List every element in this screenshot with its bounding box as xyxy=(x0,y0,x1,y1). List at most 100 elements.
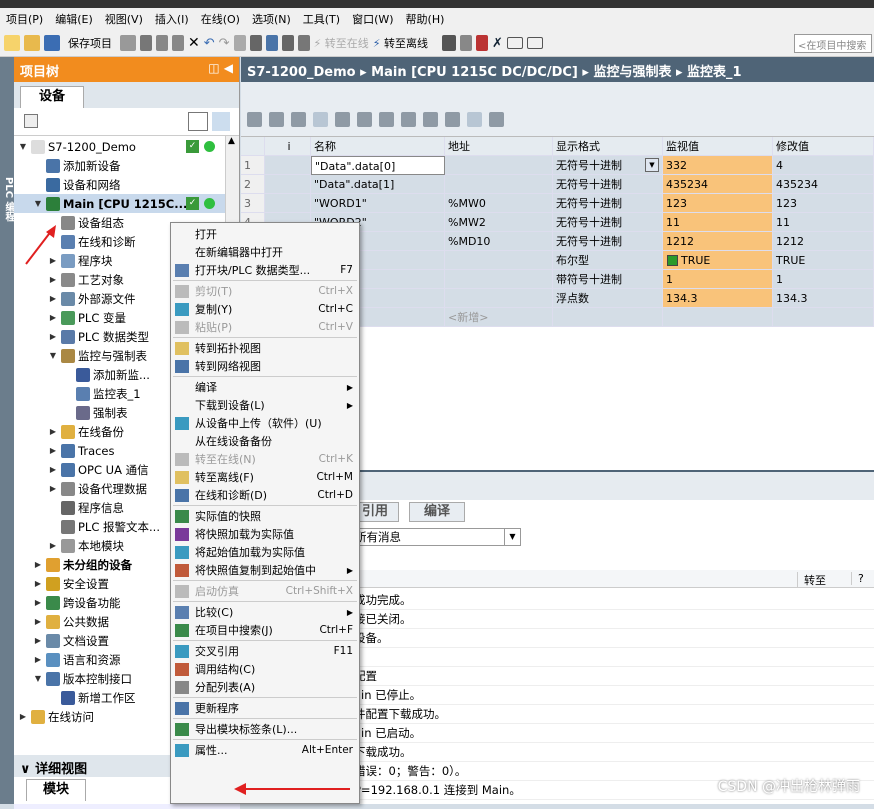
expand-arrow-icon[interactable]: ▶ xyxy=(48,484,58,493)
monitor-value-cell[interactable]: 332 xyxy=(663,156,773,175)
paste-icon[interactable] xyxy=(172,35,184,51)
tab-module[interactable]: 模块 xyxy=(26,779,86,801)
watch-tool-icon[interactable] xyxy=(313,112,328,127)
menu-item[interactable]: 窗口(W) xyxy=(346,11,399,27)
col-help[interactable]: ? xyxy=(851,572,864,585)
expand-arrow-icon[interactable]: ▶ xyxy=(48,275,58,284)
message-row[interactable]: ain 已停止。 xyxy=(351,686,874,705)
download-icon[interactable] xyxy=(249,35,262,51)
context-menu-item[interactable]: 从设备中上传（软件）(U) xyxy=(171,414,359,432)
watch-tool-icon[interactable] xyxy=(247,112,262,127)
delete-icon[interactable]: ✕ xyxy=(188,35,200,51)
tab-compile[interactable]: 编译 xyxy=(409,502,465,522)
print-icon[interactable] xyxy=(120,35,136,51)
context-menu-item[interactable]: 导出模块标签条(L)... xyxy=(171,720,359,738)
table-row[interactable]: 2 "Data".data[1] 无符号十进制 435234 435234 xyxy=(241,175,874,194)
chevron-down-icon[interactable]: ▼ xyxy=(645,158,659,172)
expand-arrow-icon[interactable]: ▶ xyxy=(33,617,43,626)
address-cell[interactable]: <新增> xyxy=(445,308,553,327)
context-menu-item[interactable]: 转到网络视图 xyxy=(171,357,359,375)
modify-value-cell[interactable]: 1212 xyxy=(773,232,874,251)
context-menu-item[interactable]: 编译 ▶ xyxy=(171,378,359,396)
chevron-down-icon[interactable]: ▼ xyxy=(504,529,520,545)
name-cell[interactable]: "Data".data[1] xyxy=(311,175,445,194)
monitor-value-cell[interactable]: 123 xyxy=(663,194,773,213)
monitor-value-cell[interactable]: TRUE xyxy=(663,251,773,270)
watch-tool-icon[interactable] xyxy=(379,112,394,127)
modify-value-cell[interactable]: 4 xyxy=(773,156,874,175)
format-cell[interactable]: 布尔型 xyxy=(553,251,663,270)
context-menu-item[interactable]: 实际值的快照 xyxy=(171,507,359,525)
name-cell[interactable]: "WORD1" xyxy=(311,194,445,213)
simulate-icon[interactable] xyxy=(281,35,294,51)
format-cell[interactable]: 无符号十进制 xyxy=(553,175,663,194)
collapse-panel-icon[interactable]: ◫ ◀ xyxy=(208,61,233,75)
column-header[interactable]: i xyxy=(265,137,311,156)
row-number[interactable]: 2 xyxy=(241,175,265,194)
sync-icon[interactable] xyxy=(212,112,230,131)
col-goto[interactable]: 转至 xyxy=(797,572,826,588)
cut-icon[interactable] xyxy=(140,35,152,51)
collapse-arrow-icon[interactable]: ▼ xyxy=(48,351,58,360)
context-menu-item[interactable]: 粘贴(P) Ctrl+V xyxy=(171,318,359,336)
menu-item[interactable]: 视图(V) xyxy=(99,11,149,27)
tree-item[interactable]: ▼ Main [CPU 1215C... ✓ xyxy=(14,194,239,213)
tree-item[interactable]: 添加新设备 xyxy=(14,156,239,175)
watch-tool-icon[interactable] xyxy=(335,112,350,127)
table-row[interactable]: 3 "WORD1" %MW0 无符号十进制 123 123 xyxy=(241,194,874,213)
message-row[interactable]: 下载成功。 xyxy=(351,743,874,762)
start-cpu-icon[interactable] xyxy=(460,35,473,51)
collapse-arrow-icon[interactable]: ▼ xyxy=(33,674,43,683)
menu-item[interactable]: 项目(P) xyxy=(0,11,49,27)
format-cell[interactable]: 带符号十进制 xyxy=(553,270,663,289)
format-cell[interactable]: 无符号十进制 xyxy=(553,194,663,213)
context-menu-item[interactable]: 调用结构(C) xyxy=(171,660,359,678)
watch-tool-icon[interactable] xyxy=(357,112,372,127)
context-menu-item[interactable]: 将快照值复制到起始值中 ▶ xyxy=(171,561,359,579)
expand-arrow-icon[interactable]: ▶ xyxy=(33,636,43,645)
column-header[interactable]: 显示格式 xyxy=(553,137,663,156)
expand-arrow-icon[interactable]: ▶ xyxy=(48,427,58,436)
expand-arrow-icon[interactable]: ▶ xyxy=(33,579,43,588)
compile-icon[interactable] xyxy=(233,35,246,51)
message-row[interactable]: 接已关闭。 xyxy=(351,610,874,629)
address-cell[interactable] xyxy=(445,156,553,175)
modify-value-cell[interactable]: 134.3 xyxy=(773,289,874,308)
collapse-arrow-icon[interactable]: ▼ xyxy=(33,199,43,208)
row-info[interactable] xyxy=(265,175,311,194)
watch-tool-icon[interactable] xyxy=(291,112,306,127)
format-cell[interactable]: 无符号十进制 xyxy=(553,232,663,251)
watch-tool-icon[interactable] xyxy=(423,112,438,127)
message-row[interactable]: 设备。 xyxy=(351,629,874,648)
message-row[interactable]: 配置 xyxy=(351,667,874,686)
open-project-icon[interactable] xyxy=(24,35,40,51)
format-cell[interactable] xyxy=(553,308,663,327)
context-menu-item[interactable]: 分配列表(A) xyxy=(171,678,359,696)
watch-tool-icon[interactable] xyxy=(269,112,284,127)
watch-tool-icon[interactable] xyxy=(445,112,460,127)
message-row[interactable]: 成功完成。 xyxy=(351,591,874,610)
modify-value-cell[interactable] xyxy=(773,308,874,327)
address-cell[interactable]: %MW2 xyxy=(445,213,553,232)
go-online-button[interactable]: ⚡ 转至在线 xyxy=(314,35,369,51)
context-menu-item[interactable]: 复制(Y) Ctrl+C xyxy=(171,300,359,318)
context-menu-item[interactable]: 属性... Alt+Enter xyxy=(171,741,359,759)
context-menu-item[interactable]: 从在线设备备份 xyxy=(171,432,359,450)
row-info[interactable] xyxy=(265,156,311,175)
modify-value-cell[interactable]: 1 xyxy=(773,270,874,289)
expand-arrow-icon[interactable]: ▶ xyxy=(48,313,58,322)
context-menu-item[interactable]: 转至在线(N) Ctrl+K xyxy=(171,450,359,468)
overview-icon[interactable] xyxy=(188,112,208,131)
expand-arrow-icon[interactable]: ▶ xyxy=(48,294,58,303)
tree-item[interactable]: 设备和网络 xyxy=(14,175,239,194)
collapse-arrow-icon[interactable]: ▼ xyxy=(18,142,28,151)
column-header[interactable]: 名称 xyxy=(311,137,445,156)
row-number[interactable]: 3 xyxy=(241,194,265,213)
save-icon[interactable] xyxy=(44,35,60,51)
new-project-icon[interactable] xyxy=(4,35,20,51)
context-menu-item[interactable]: 将起始值加载为实际值 xyxy=(171,543,359,561)
backup-icon[interactable] xyxy=(297,35,310,51)
menu-item[interactable]: 插入(I) xyxy=(149,11,195,27)
message-row[interactable]: ain 已启动。 xyxy=(351,724,874,743)
expand-arrow-icon[interactable]: ▶ xyxy=(18,712,28,721)
